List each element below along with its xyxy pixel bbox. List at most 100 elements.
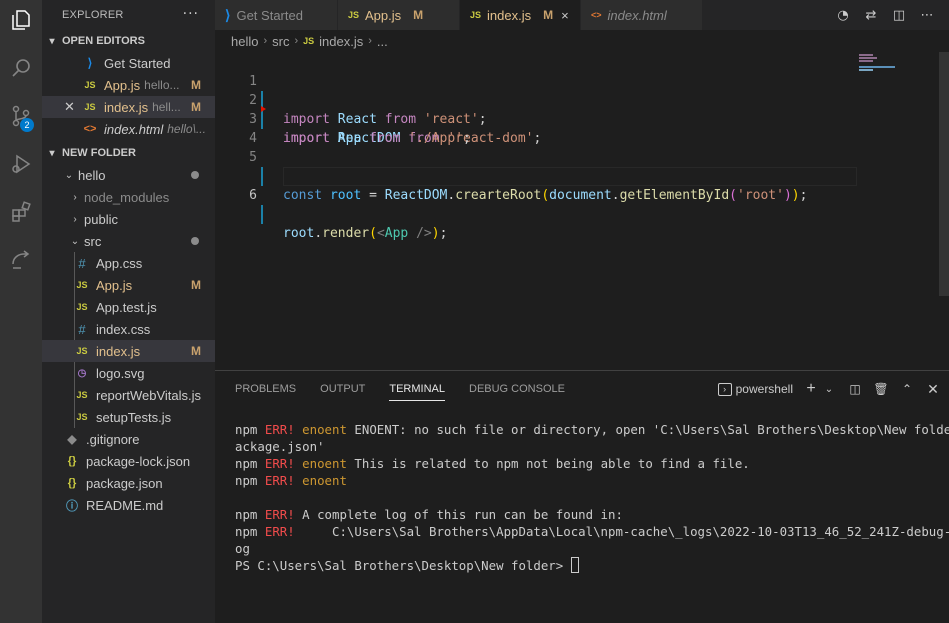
code-line-current: 6 root.render(<App />); bbox=[215, 148, 857, 241]
modified-badge: M bbox=[191, 100, 201, 114]
tree-file-app-css[interactable]: # App.css bbox=[42, 252, 215, 274]
editor-actions: ◔ ⇄ ◫ ⋯ bbox=[835, 0, 949, 30]
terminal-line: npm ERR! enoent bbox=[235, 473, 347, 488]
modified-badge: M bbox=[191, 278, 201, 292]
more-actions-icon[interactable]: ··· bbox=[183, 6, 199, 22]
terminal-output[interactable]: npm ERR! enoent ENOENT: no such file or … bbox=[235, 421, 949, 574]
modified-badge: M bbox=[413, 8, 424, 22]
terminal-icon: › bbox=[717, 382, 732, 396]
tree-file-gitignore[interactable]: ◆ .gitignore bbox=[42, 428, 215, 450]
close-icon[interactable]: × bbox=[561, 8, 569, 23]
minimap-line bbox=[859, 66, 895, 68]
tree-file-index-css[interactable]: # index.css bbox=[42, 318, 215, 340]
breadcrumb-hello[interactable]: hello bbox=[231, 34, 258, 49]
gutter-modified bbox=[261, 167, 263, 186]
trash-icon[interactable]: 🗑 bbox=[873, 381, 889, 397]
html-file-icon: <> bbox=[83, 123, 97, 135]
search-icon[interactable] bbox=[0, 48, 42, 88]
activity-bar: 2 bbox=[0, 0, 42, 623]
tab-output[interactable]: OUTPUT bbox=[320, 371, 365, 407]
css-file-icon: # bbox=[78, 255, 86, 271]
tab-debug-console[interactable]: DEBUG CONSOLE bbox=[469, 371, 565, 407]
open-editors-header[interactable]: ▾ OPEN EDITORS bbox=[42, 30, 215, 52]
explorer-sidebar: EXPLORER ··· ▾ OPEN EDITORS ⟩ Get Starte… bbox=[42, 0, 215, 623]
code-text: const root = ReactDOM.crearteRoot(docume… bbox=[283, 188, 808, 203]
tab-app-js[interactable]: JS App.js M bbox=[338, 0, 460, 30]
minimap-line bbox=[859, 54, 873, 56]
chevron-down-icon[interactable]: ⌄ bbox=[821, 381, 837, 397]
tab-terminal[interactable]: TERMINAL bbox=[389, 371, 445, 407]
new-terminal-icon[interactable]: + bbox=[803, 380, 819, 397]
minimap[interactable] bbox=[855, 52, 939, 370]
tree-file-app-test-js[interactable]: JS App.test.js bbox=[42, 296, 215, 318]
js-file-icon: JS bbox=[76, 412, 88, 422]
vertical-scrollbar[interactable] bbox=[939, 52, 949, 296]
panel-tabs: PROBLEMS OUTPUT TERMINAL DEBUG CONSOLE bbox=[235, 371, 565, 407]
html-file-icon: <> bbox=[591, 10, 602, 20]
compare-changes-icon[interactable]: ⇄ bbox=[863, 7, 879, 23]
timeline-icon[interactable]: ◔ bbox=[835, 7, 851, 23]
terminal-line: npm ERR! enoent ENOENT: no such file or … bbox=[235, 422, 949, 437]
chevron-down-icon: ⌄ bbox=[64, 169, 74, 181]
tree-file-report-web-vitals[interactable]: JS reportWebVitals.js bbox=[42, 384, 215, 406]
split-editor-icon[interactable]: ◫ bbox=[891, 7, 907, 23]
tab-problems[interactable]: PROBLEMS bbox=[235, 371, 296, 407]
code-editor[interactable]: 1 import React from 'react'; 2 import Re… bbox=[215, 52, 857, 370]
open-editor-get-started[interactable]: ⟩ Get Started bbox=[42, 52, 215, 74]
gutter-modified bbox=[261, 205, 263, 224]
terminal-line: og bbox=[235, 541, 250, 556]
tree-file-package-lock[interactable]: {} package-lock.json bbox=[42, 450, 215, 472]
tree-folder-node-modules[interactable]: › node_modules bbox=[42, 186, 215, 208]
folder-header[interactable]: ▾ NEW FOLDER bbox=[42, 142, 215, 164]
js-file-icon: JS bbox=[84, 80, 96, 90]
tree-file-readme[interactable]: ⓘ README.md bbox=[42, 494, 215, 516]
tab-index-js[interactable]: JS index.js M × bbox=[460, 0, 581, 30]
js-file-icon: JS bbox=[303, 36, 315, 46]
extensions-icon[interactable] bbox=[0, 192, 42, 232]
tree-file-package-json[interactable]: {} package.json bbox=[42, 472, 215, 494]
vscode-icon: ⟩ bbox=[225, 6, 231, 23]
remote-explorer-icon[interactable] bbox=[0, 240, 42, 280]
minimap-line bbox=[859, 57, 877, 59]
code-text: root.render(<App />); bbox=[283, 226, 448, 241]
breadcrumb: hello › src › JS index.js › ... bbox=[215, 30, 949, 52]
tree-file-setup-tests[interactable]: JS setupTests.js bbox=[42, 406, 215, 428]
modified-badge: M bbox=[191, 78, 201, 92]
tab-get-started[interactable]: ⟩ Get Started bbox=[215, 0, 338, 30]
breadcrumb-src[interactable]: src bbox=[272, 34, 289, 49]
modified-dot bbox=[191, 237, 199, 245]
current-line-highlight bbox=[283, 167, 857, 186]
editor-tabs: ⟩ Get Started JS App.js M JS index.js M … bbox=[215, 0, 949, 30]
split-terminal-icon[interactable]: ◫ bbox=[847, 381, 863, 397]
breadcrumb-symbol[interactable]: ... bbox=[377, 34, 388, 49]
chevron-down-icon: ⌄ bbox=[70, 235, 80, 247]
chevron-up-icon[interactable]: ⌃ bbox=[899, 381, 915, 397]
close-icon[interactable]: ✕ bbox=[64, 99, 75, 115]
tree-file-index-js[interactable]: JS index.js M bbox=[42, 340, 215, 362]
open-editor-index-html[interactable]: <> index.html hello\... bbox=[42, 118, 215, 140]
tab-index-html[interactable]: <> index.html bbox=[581, 0, 703, 30]
tree-file-app-js[interactable]: JS App.js M bbox=[42, 274, 215, 296]
source-control-icon[interactable]: 2 bbox=[0, 96, 42, 136]
tree-file-logo-svg[interactable]: ◷ logo.svg bbox=[42, 362, 215, 384]
src-children: # App.css JS App.js M JS App.test.js # i… bbox=[42, 252, 215, 428]
explorer-icon[interactable] bbox=[0, 0, 42, 40]
chevron-right-icon: › bbox=[73, 191, 77, 203]
open-editor-index-js[interactable]: ✕ JS index.js hell... M bbox=[42, 96, 215, 118]
terminal-line: npm ERR! enoent This is related to npm n… bbox=[235, 456, 750, 471]
tree-folder-src[interactable]: ⌄ src bbox=[42, 230, 215, 252]
minimap-line bbox=[859, 69, 873, 71]
open-editor-app-js[interactable]: JS App.js hello... M bbox=[42, 74, 215, 96]
close-icon[interactable]: ✕ bbox=[925, 381, 941, 397]
run-debug-icon[interactable] bbox=[0, 144, 42, 184]
terminal-shell-selector[interactable]: › powershell bbox=[717, 382, 793, 396]
code-line: 3 import App from './App'; bbox=[249, 112, 471, 146]
source-control-badge: 2 bbox=[20, 118, 34, 132]
chevron-down-icon: ▾ bbox=[49, 35, 55, 47]
breadcrumb-index-js[interactable]: index.js bbox=[319, 34, 363, 49]
terminal-line: ackage.json' bbox=[235, 439, 325, 454]
tree-folder-public[interactable]: › public bbox=[42, 208, 215, 230]
more-actions-icon[interactable]: ⋯ bbox=[919, 7, 935, 23]
tree-folder-hello[interactable]: ⌄ hello bbox=[42, 164, 215, 186]
